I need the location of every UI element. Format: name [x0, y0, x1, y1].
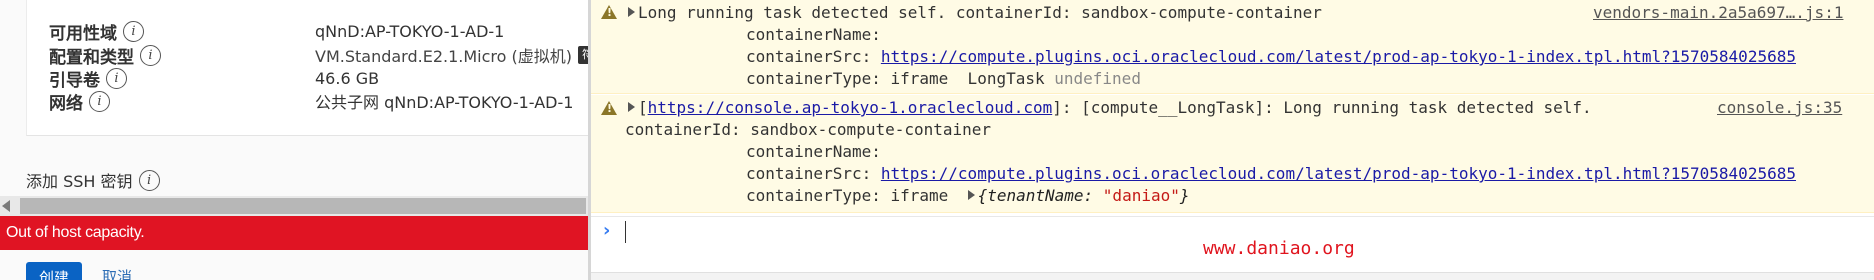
- source-link[interactable]: vendors-main.2a5a697….js:1: [1593, 2, 1843, 24]
- warning-text[interactable]: [https://console.ap-tokyo-1.oraclecloud.…: [628, 97, 1592, 119]
- source-link[interactable]: console.js:35: [1717, 97, 1842, 119]
- instance-details-card: 可用性域 i qNnD:AP-TOKYO-1-AD-1 配置和类型 i VM.S…: [26, 0, 588, 136]
- warning-icon: [601, 5, 617, 19]
- create-button[interactable]: 创建: [26, 262, 82, 280]
- text-caret: [625, 221, 626, 243]
- container-type-line: containerType: iframe {tenantName: "dani…: [746, 186, 1190, 205]
- shape-label: 配置和类型: [49, 47, 134, 68]
- container-src-line: containerSrc: https://compute.plugins.oc…: [746, 47, 1796, 66]
- info-icon[interactable]: i: [106, 67, 127, 89]
- eligible-badge: 符合: [578, 46, 588, 64]
- horizontal-scrollbar[interactable]: [0, 196, 588, 216]
- shape-value: VM.Standard.E2.1.Micro (虚拟机) 符合: [315, 43, 588, 67]
- container-src-line: containerSrc: https://compute.plugins.oc…: [746, 164, 1796, 183]
- container-type-line: containerType: iframe LongTask undefined: [746, 69, 1141, 88]
- availability-domain-value: qNnD:AP-TOKYO-1-AD-1: [315, 21, 505, 41]
- prompt-chevron-icon: ›: [603, 220, 611, 241]
- detail-row-network: 网络 i: [49, 89, 110, 114]
- cancel-link[interactable]: 取消: [102, 266, 132, 280]
- detail-row-boot-volume: 引导卷 i: [49, 66, 127, 91]
- info-icon[interactable]: i: [138, 169, 160, 191]
- scrollbar-thumb[interactable]: [20, 198, 586, 214]
- network-label: 网络: [49, 93, 83, 114]
- add-ssh-key-section: 添加 SSH 密钥 i: [26, 168, 160, 192]
- info-icon[interactable]: i: [89, 90, 110, 112]
- warning-icon: [601, 101, 617, 115]
- detail-row-availability-domain: 可用性域 i: [49, 19, 144, 44]
- console-warning-message: Long running task detected self. contain…: [591, 0, 1874, 94]
- container-src-link[interactable]: https://compute.plugins.oci.oraclecloud.…: [881, 47, 1796, 66]
- error-message: Out of host capacity.: [6, 224, 145, 241]
- devtools-console: Long running task detected self. contain…: [591, 0, 1874, 280]
- watermark: www.daniao.org: [1203, 238, 1355, 259]
- scroll-left-arrow-icon[interactable]: [2, 200, 10, 212]
- console-origin-link[interactable]: https://console.ap-tokyo-1.oraclecloud.c…: [648, 98, 1053, 117]
- boot-volume-label: 引导卷: [49, 70, 100, 91]
- console-warning-message: [https://console.ap-tokyo-1.oraclecloud.…: [591, 95, 1874, 213]
- warning-text[interactable]: Long running task detected self. contain…: [628, 2, 1322, 24]
- add-ssh-key-label: 添加 SSH 密钥: [26, 172, 133, 191]
- instance-form-panel: 可用性域 i qNnD:AP-TOKYO-1-AD-1 配置和类型 i VM.S…: [0, 0, 588, 280]
- container-name-line: containerName:: [746, 25, 881, 44]
- expand-triangle-icon[interactable]: [628, 7, 635, 17]
- detail-row-shape: 配置和类型 i: [49, 43, 161, 68]
- container-src-link[interactable]: https://compute.plugins.oci.oraclecloud.…: [881, 164, 1796, 183]
- availability-domain-label: 可用性域: [49, 23, 117, 44]
- info-icon[interactable]: i: [140, 44, 161, 66]
- expand-object-triangle-icon[interactable]: [967, 190, 975, 200]
- shape-value-text: VM.Standard.E2.1.Micro (虚拟机): [315, 47, 572, 66]
- info-icon[interactable]: i: [123, 20, 144, 42]
- network-value: 公共子网 qNnD:AP-TOKYO-1-AD-1: [315, 93, 574, 112]
- error-banner: Out of host capacity.: [0, 216, 588, 250]
- expand-triangle-icon[interactable]: [628, 102, 635, 112]
- boot-volume-value: 46.6 GB: [315, 68, 380, 88]
- container-id-line: containerId: sandbox-compute-container: [625, 120, 992, 139]
- console-footer: [591, 272, 1874, 280]
- container-name-line: containerName:: [746, 142, 881, 161]
